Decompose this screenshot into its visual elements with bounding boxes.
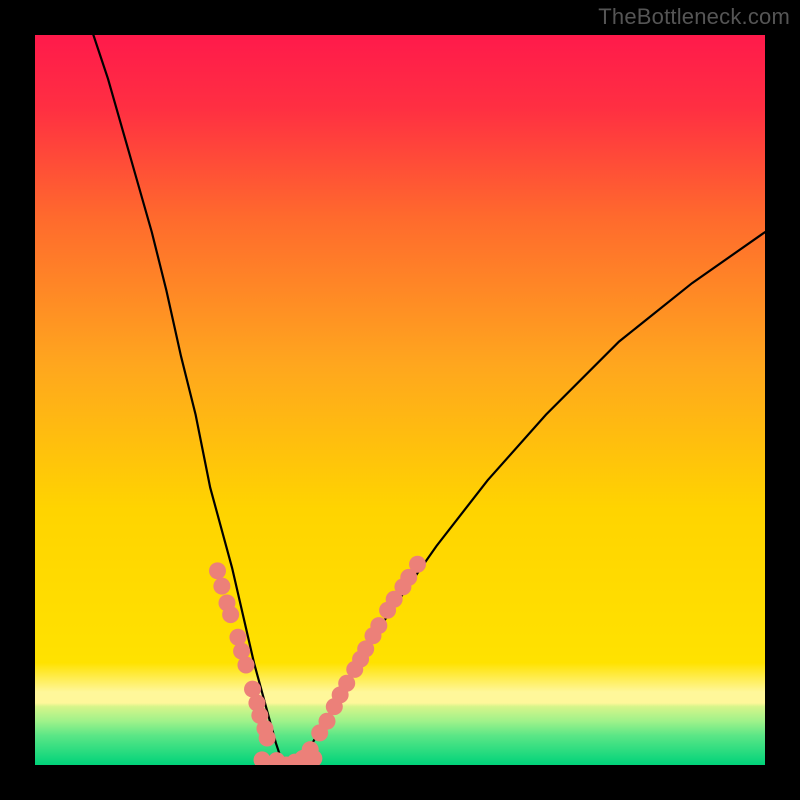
curve-marker [222, 606, 239, 623]
chart-svg [35, 35, 765, 765]
watermark-text: TheBottleneck.com [598, 4, 790, 30]
curve-marker [319, 713, 336, 730]
curve-marker [209, 562, 226, 579]
chart-plot [35, 35, 765, 765]
curve-marker [259, 729, 276, 746]
curve-marker [409, 556, 426, 573]
chart-stage: TheBottleneck.com [0, 0, 800, 800]
chart-background [35, 35, 765, 765]
curve-marker [370, 617, 387, 634]
curve-marker [213, 578, 230, 595]
curve-marker [237, 656, 254, 673]
